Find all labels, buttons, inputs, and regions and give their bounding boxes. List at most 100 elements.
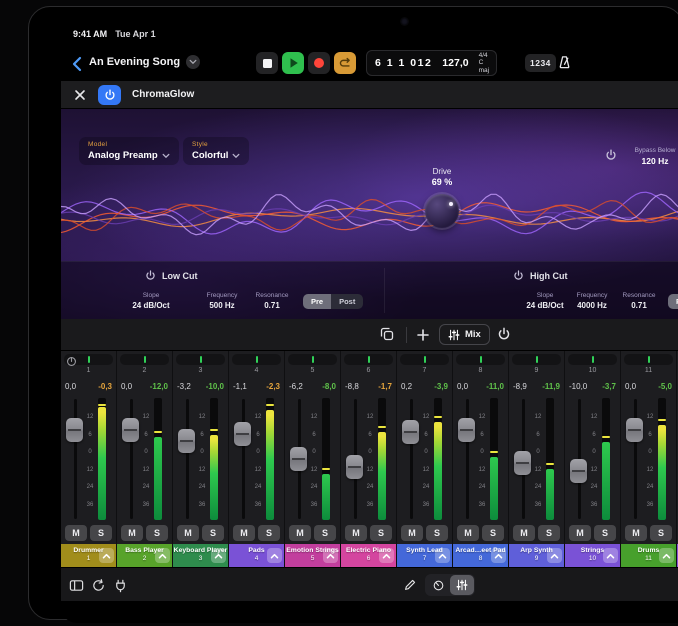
fader-handle[interactable] xyxy=(178,429,195,453)
mute-button[interactable]: M xyxy=(457,525,479,541)
browser-icon[interactable] xyxy=(69,578,84,593)
back-icon[interactable] xyxy=(71,56,83,72)
solo-button[interactable]: S xyxy=(538,525,560,541)
mute-button[interactable]: M xyxy=(345,525,367,541)
mute-button[interactable]: M xyxy=(65,525,87,541)
low-cut-pre-button[interactable]: Pre xyxy=(303,294,331,309)
chevron-up-icon[interactable] xyxy=(435,548,450,563)
chevron-up-icon[interactable] xyxy=(659,548,674,563)
mixer-view-button[interactable] xyxy=(450,575,474,595)
add-track-icon[interactable] xyxy=(416,328,430,342)
cycle-button[interactable] xyxy=(334,52,356,74)
play-button[interactable] xyxy=(282,52,304,74)
solo-button[interactable]: S xyxy=(650,525,672,541)
fader-handle[interactable] xyxy=(514,451,531,475)
chevron-up-icon[interactable] xyxy=(267,548,282,563)
stop-button[interactable] xyxy=(256,52,278,74)
solo-button[interactable]: S xyxy=(202,525,224,541)
fader-handle[interactable] xyxy=(122,418,139,442)
chevron-up-icon[interactable] xyxy=(155,548,170,563)
low-cut-power-icon[interactable] xyxy=(145,270,156,281)
solo-button[interactable]: S xyxy=(258,525,280,541)
fader-handle[interactable] xyxy=(458,418,475,442)
solo-button[interactable]: S xyxy=(426,525,448,541)
mute-button[interactable]: M xyxy=(513,525,535,541)
pan-slider[interactable] xyxy=(344,354,393,365)
solo-button[interactable]: S xyxy=(146,525,168,541)
channel-power-icon[interactable] xyxy=(497,327,511,341)
close-icon[interactable] xyxy=(73,88,87,102)
fader-handle[interactable] xyxy=(402,420,419,444)
track-nameplate[interactable]: Emotion Strings 5 xyxy=(285,544,340,567)
solo-button[interactable]: S xyxy=(370,525,392,541)
chevron-up-icon[interactable] xyxy=(603,548,618,563)
bypass-power-icon[interactable] xyxy=(605,149,617,161)
loops-icon[interactable] xyxy=(91,578,106,593)
high-cut-pre-button[interactable]: Pre xyxy=(668,294,678,309)
fader-handle[interactable] xyxy=(234,422,251,446)
chevron-up-icon[interactable] xyxy=(323,548,338,563)
solo-button[interactable]: S xyxy=(594,525,616,541)
fader-handle[interactable] xyxy=(66,418,83,442)
mute-button[interactable]: M xyxy=(401,525,423,541)
count-in-button[interactable]: 1234 xyxy=(525,54,556,72)
chevron-up-icon[interactable] xyxy=(379,548,394,563)
low-cut-resonance[interactable]: Resonance 0.71 xyxy=(249,292,295,310)
chevron-up-icon[interactable] xyxy=(491,548,506,563)
high-cut-resonance[interactable]: Resonance 0.71 xyxy=(614,292,664,310)
fader-handle[interactable] xyxy=(626,418,643,442)
drive-knob[interactable] xyxy=(425,194,459,228)
pan-slider[interactable] xyxy=(232,354,281,365)
mute-button[interactable]: M xyxy=(233,525,255,541)
lcd-display[interactable]: 6 1 1 012 127,0 4/4 C maj xyxy=(366,50,497,76)
solo-button[interactable]: S xyxy=(90,525,112,541)
chevron-up-icon[interactable] xyxy=(211,548,226,563)
track-nameplate[interactable]: Drummer 1 xyxy=(61,544,116,567)
high-cut-power-icon[interactable] xyxy=(513,270,524,281)
solo-button[interactable]: S xyxy=(314,525,336,541)
mix-button[interactable]: Mix xyxy=(439,324,490,345)
chevron-up-icon[interactable] xyxy=(99,548,114,563)
record-button[interactable] xyxy=(308,52,330,74)
chevron-up-icon[interactable] xyxy=(547,548,562,563)
track-nameplate[interactable]: Arp Synth 9 xyxy=(509,544,564,567)
track-nameplate[interactable]: Bass Player 2 xyxy=(117,544,172,567)
plugin-power-button[interactable] xyxy=(98,85,121,105)
low-cut-slope[interactable]: Slope 24 dB/Oct xyxy=(123,292,179,310)
song-title-button[interactable]: An Evening Song xyxy=(89,55,200,69)
track-nameplate[interactable]: Pads 4 xyxy=(229,544,284,567)
mute-button[interactable]: M xyxy=(625,525,647,541)
metronome-icon[interactable] xyxy=(557,54,572,70)
pan-slider[interactable] xyxy=(176,354,225,365)
solo-button[interactable]: S xyxy=(482,525,504,541)
fader-handle[interactable] xyxy=(570,459,587,483)
low-cut-post-button[interactable]: Post xyxy=(331,294,363,309)
edit-pencil-icon[interactable] xyxy=(403,578,417,592)
pan-slider[interactable] xyxy=(512,354,561,365)
plugin-icon[interactable] xyxy=(113,578,128,593)
track-nameplate[interactable]: Arcad…eet Pad 8 xyxy=(453,544,508,567)
mute-button[interactable]: M xyxy=(177,525,199,541)
high-cut-frequency[interactable]: Frequency 4000 Hz xyxy=(564,292,620,310)
track-nameplate[interactable]: Drums 11 xyxy=(621,544,676,567)
controls-view-button[interactable] xyxy=(426,575,450,595)
pan-slider[interactable] xyxy=(288,354,337,365)
bypass-below-control[interactable]: Bypass Below 120 Hz xyxy=(627,147,678,166)
track-nameplate[interactable]: Synth Lead 7 xyxy=(397,544,452,567)
mute-button[interactable]: M xyxy=(289,525,311,541)
pan-slider[interactable] xyxy=(400,354,449,365)
track-nameplate[interactable]: Keyboard Player 3 xyxy=(173,544,228,567)
pan-slider[interactable] xyxy=(624,354,673,365)
pan-slider[interactable] xyxy=(120,354,169,365)
style-selector[interactable]: Style Colorful xyxy=(183,137,249,165)
fader-handle[interactable] xyxy=(346,455,363,479)
pan-mode-icon[interactable] xyxy=(66,356,77,367)
duplicate-icon[interactable] xyxy=(379,326,395,342)
model-selector[interactable]: Model Analog Preamp xyxy=(79,137,179,165)
mute-button[interactable]: M xyxy=(569,525,591,541)
pan-slider[interactable] xyxy=(568,354,617,365)
track-nameplate[interactable]: Strings 10 xyxy=(565,544,620,567)
track-nameplate[interactable]: Electric Piano 6 xyxy=(341,544,396,567)
mute-button[interactable]: M xyxy=(121,525,143,541)
fader-handle[interactable] xyxy=(290,447,307,471)
